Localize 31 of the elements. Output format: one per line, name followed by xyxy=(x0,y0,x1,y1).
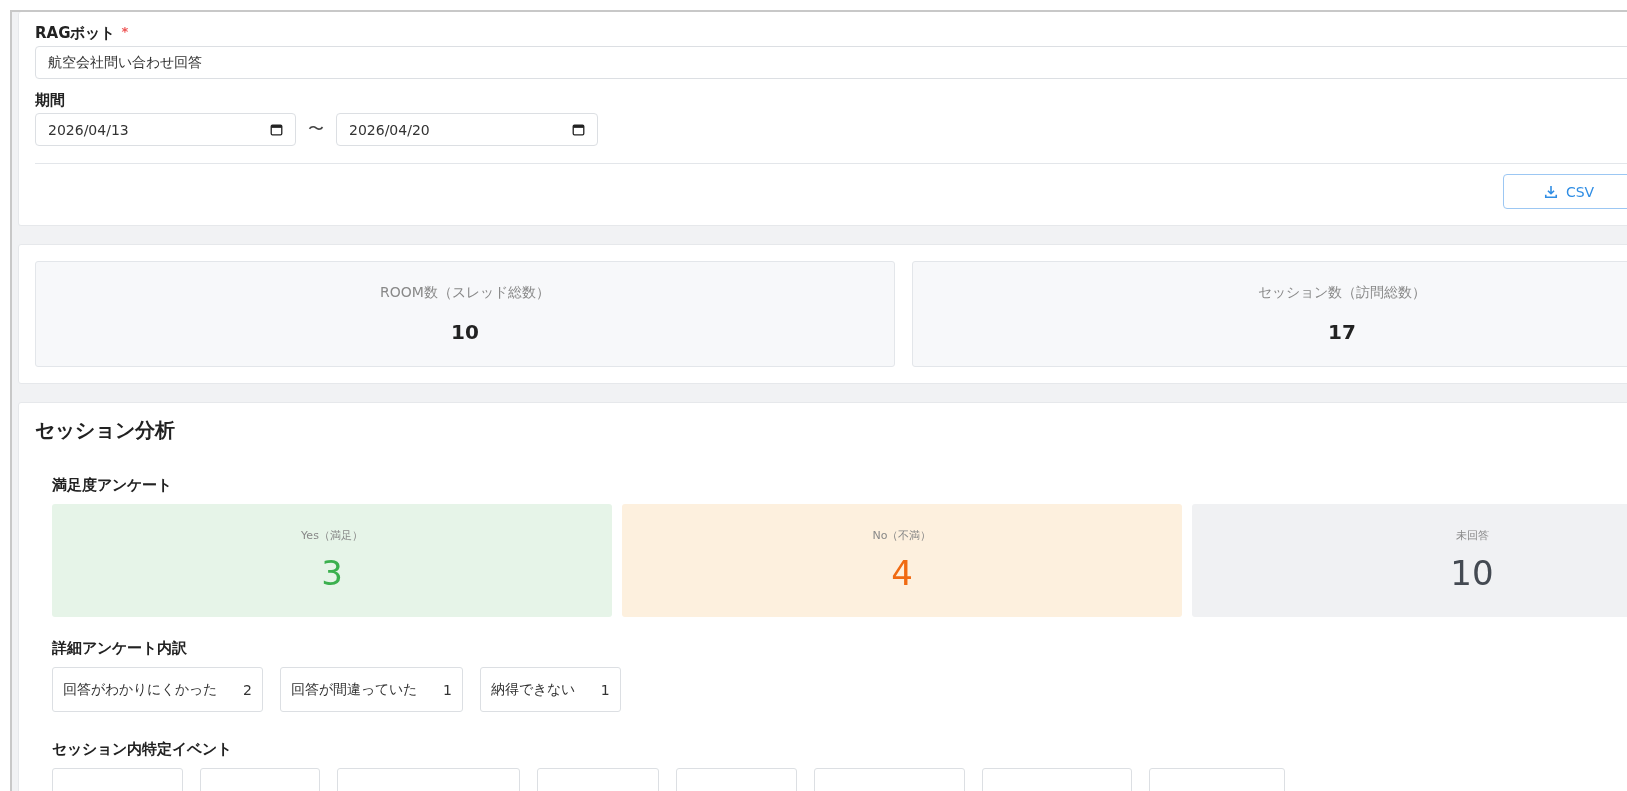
date-field[interactable]: 2026/04/13 xyxy=(35,113,296,146)
chip-count: 1 xyxy=(442,681,452,698)
csv-download-button[interactable]: CSV xyxy=(1503,174,1627,209)
field-label: 期間 xyxy=(35,91,65,110)
calendar-icon xyxy=(270,123,283,136)
stat-label: ROOM数（スレッド総数） xyxy=(380,284,550,302)
chip-count: 2 xyxy=(243,681,252,698)
download-icon xyxy=(1543,184,1558,199)
bot-select[interactable]: 航空会社問い合わせ回答 xyxy=(35,46,1627,79)
tile-label: Yes（満足） xyxy=(301,528,363,543)
subsection-title: 満足度アンケート xyxy=(52,476,173,495)
tile-value: 10 xyxy=(1450,553,1494,593)
range-separator: 〜 xyxy=(308,119,324,140)
stat-label: セッション数（訪問総数） xyxy=(1258,284,1426,302)
tile-value: 4 xyxy=(891,553,913,593)
date-field[interactable]: 2026/04/20 xyxy=(336,113,598,146)
tile-label: No（不満） xyxy=(872,528,932,543)
subsection-title: 詳細アンケート内訳 xyxy=(52,639,188,658)
section-title: セッション分析 xyxy=(35,417,176,444)
tile-label: 未回答 xyxy=(1455,528,1489,543)
required-mark: * xyxy=(121,24,129,41)
chip-count: 1 xyxy=(600,681,610,698)
tile-value: 3 xyxy=(321,553,343,593)
chip-label: 納得できない xyxy=(490,680,575,699)
subsection-title: セッション内特定イベント xyxy=(52,740,233,759)
calendar-icon xyxy=(572,123,585,136)
chip-label: 回答が間違っていた xyxy=(290,680,417,699)
stat-value: 17 xyxy=(1328,320,1356,344)
stat-value: 10 xyxy=(451,320,479,344)
field-label: RAGボット xyxy=(35,24,116,43)
chip-label: 回答がわかりにくかった xyxy=(63,680,217,699)
